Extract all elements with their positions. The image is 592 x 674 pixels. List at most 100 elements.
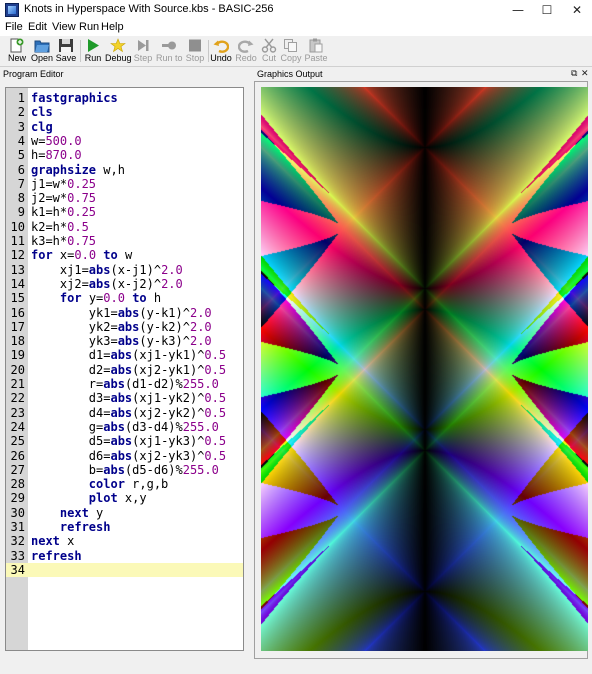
undo-button[interactable]: Undo bbox=[208, 37, 234, 65]
minimize-button[interactable]: — bbox=[503, 0, 533, 20]
line-code: d2=abs(xj2-yk1)^0.5 bbox=[31, 362, 227, 377]
code-line[interactable]: 4 w=500.0 bbox=[6, 134, 243, 148]
code-line[interactable]: 29 plot x,y bbox=[6, 491, 243, 505]
debug-button[interactable]: Debug bbox=[105, 37, 132, 65]
code-line[interactable]: 33 refresh bbox=[6, 549, 243, 563]
code-line[interactable]: 30 next y bbox=[6, 506, 243, 520]
graphics-output-canvas bbox=[261, 87, 588, 651]
line-number: 6 bbox=[17, 162, 25, 177]
line-code: plot x,y bbox=[88, 491, 147, 506]
menu-help[interactable]: Help bbox=[101, 21, 124, 33]
code-line[interactable]: 25 d5=abs(xj1-yk3)^0.5 bbox=[6, 434, 243, 448]
code-line[interactable]: 3 clg bbox=[6, 120, 243, 134]
code-line[interactable]: 16 yk1=abs(y-k1)^2.0 bbox=[6, 306, 243, 320]
line-code: h=870.0 bbox=[31, 148, 82, 163]
maximize-button[interactable]: ☐ bbox=[532, 0, 562, 20]
line-number: 14 bbox=[10, 276, 25, 291]
code-line[interactable]: 10 k2=h*0.5 bbox=[6, 220, 243, 234]
menu-run[interactable]: Run bbox=[79, 21, 99, 33]
code-line[interactable]: 15 for y=0.0 to h bbox=[6, 291, 243, 305]
code-line[interactable]: 2 cls bbox=[6, 105, 243, 119]
cut-scissors-icon bbox=[261, 38, 277, 53]
line-code: graphsize w,h bbox=[31, 162, 125, 177]
run-button[interactable]: Run bbox=[80, 37, 106, 65]
code-line[interactable]: 28 color r,g,b bbox=[6, 477, 243, 491]
menu-file[interactable]: File bbox=[5, 21, 23, 33]
code-line[interactable]: 32 next x bbox=[6, 534, 243, 548]
menu-edit[interactable]: Edit bbox=[28, 21, 47, 33]
line-number: 2 bbox=[17, 105, 25, 120]
code-line[interactable]: 6 graphsize w,h bbox=[6, 163, 243, 177]
line-number: 23 bbox=[10, 405, 25, 420]
code-line[interactable]: 19 d1=abs(xj1-yk1)^0.5 bbox=[6, 348, 243, 362]
new-icon bbox=[9, 38, 25, 53]
code-line[interactable]: 22 d3=abs(xj1-yk2)^0.5 bbox=[6, 391, 243, 405]
save-button[interactable]: Save bbox=[53, 37, 79, 65]
line-code: xj1=abs(x-j1)^2.0 bbox=[31, 262, 183, 277]
copy-button[interactable]: Copy bbox=[278, 37, 304, 65]
line-code: d4=abs(xj2-yk2)^0.5 bbox=[31, 405, 227, 420]
code-line[interactable]: 17 yk2=abs(y-k2)^2.0 bbox=[6, 320, 243, 334]
step-icon bbox=[135, 38, 151, 53]
open-folder-icon bbox=[34, 38, 50, 53]
line-code: yk2=abs(y-k2)^2.0 bbox=[31, 319, 212, 334]
stop-button[interactable]: Stop bbox=[182, 37, 208, 65]
line-number: 20 bbox=[10, 362, 25, 377]
code-line[interactable]: 27 b=abs(d5-d6)%255.0 bbox=[6, 463, 243, 477]
code-line[interactable]: 20 d2=abs(xj2-yk1)^0.5 bbox=[6, 363, 243, 377]
line-code: xj2=abs(x-j2)^2.0 bbox=[31, 276, 183, 291]
line-number: 18 bbox=[10, 334, 25, 349]
code-line[interactable]: 12 for x=0.0 to w bbox=[6, 248, 243, 262]
line-number: 34 bbox=[10, 562, 25, 577]
window-title: Knots in Hyperspace With Source.kbs - BA… bbox=[24, 3, 274, 15]
code-line[interactable]: 7 j1=w*0.25 bbox=[6, 177, 243, 191]
line-number: 9 bbox=[17, 205, 25, 220]
code-line[interactable]: 14 xj2=abs(x-j2)^2.0 bbox=[6, 277, 243, 291]
line-code: k2=h*0.5 bbox=[31, 219, 89, 234]
open-button[interactable]: Open bbox=[29, 37, 55, 65]
code-line[interactable]: 5 h=870.0 bbox=[6, 148, 243, 162]
line-code: fastgraphics bbox=[31, 91, 118, 105]
step-button[interactable]: Step bbox=[130, 37, 156, 65]
line-code: clg bbox=[31, 119, 53, 134]
line-number: 21 bbox=[10, 377, 25, 391]
run-to-button[interactable]: Run to bbox=[156, 37, 183, 65]
line-number: 25 bbox=[10, 434, 25, 449]
line-number: 13 bbox=[10, 262, 25, 277]
line-number: 17 bbox=[10, 319, 25, 334]
float-panel-icon[interactable]: ⧉ bbox=[571, 69, 577, 79]
line-code: next x bbox=[31, 534, 75, 549]
paste-button[interactable]: Paste bbox=[303, 37, 329, 65]
menu-view[interactable]: View bbox=[52, 21, 76, 33]
program-editor[interactable]: 1 fastgraphics 2 cls 3 clg 4 w=500.0 5 h=870.0 6 gr… bbox=[5, 87, 244, 651]
new-button[interactable]: New bbox=[4, 37, 30, 65]
line-code: g=abs(d3-d4)%255.0 bbox=[31, 419, 219, 434]
close-button[interactable]: ✕ bbox=[562, 0, 592, 20]
code-line[interactable]: 24 g=abs(d3-d4)%255.0 bbox=[6, 420, 243, 434]
code-line[interactable]: 13 xj1=abs(x-j1)^2.0 bbox=[6, 263, 243, 277]
line-code: yk1=abs(y-k1)^2.0 bbox=[31, 305, 212, 320]
code-line[interactable]: 26 d6=abs(xj2-yk3)^0.5 bbox=[6, 449, 243, 463]
code-line[interactable]: 11 k3=h*0.75 bbox=[6, 234, 243, 248]
line-code: refresh bbox=[59, 520, 111, 534]
code-line[interactable]: 1 fastgraphics bbox=[6, 91, 243, 105]
code-line[interactable]: 9 k1=h*0.25 bbox=[6, 205, 243, 219]
run-to-icon bbox=[161, 38, 177, 53]
line-code: k3=h*0.75 bbox=[31, 234, 97, 248]
line-number: 15 bbox=[10, 291, 25, 306]
code-line[interactable]: 8 j2=w*0.75 bbox=[6, 191, 243, 205]
line-number: 11 bbox=[10, 234, 25, 248]
code-line[interactable]: 21 r=abs(d1-d2)%255.0 bbox=[6, 377, 243, 391]
redo-icon bbox=[237, 38, 254, 53]
line-number: 16 bbox=[10, 305, 25, 320]
line-number: 5 bbox=[17, 148, 25, 163]
graphics-panel-title: Graphics Output bbox=[257, 69, 323, 79]
close-panel-icon[interactable]: ✕ bbox=[581, 69, 589, 79]
line-code: w=500.0 bbox=[31, 133, 82, 148]
code-line[interactable]: 34 bbox=[6, 562, 243, 578]
line-number: 4 bbox=[17, 133, 25, 148]
code-line[interactable]: 18 yk3=abs(y-k3)^2.0 bbox=[6, 334, 243, 348]
app-icon bbox=[5, 3, 19, 17]
code-line[interactable]: 31 refresh bbox=[6, 520, 243, 534]
code-line[interactable]: 23 d4=abs(xj2-yk2)^0.5 bbox=[6, 406, 243, 420]
